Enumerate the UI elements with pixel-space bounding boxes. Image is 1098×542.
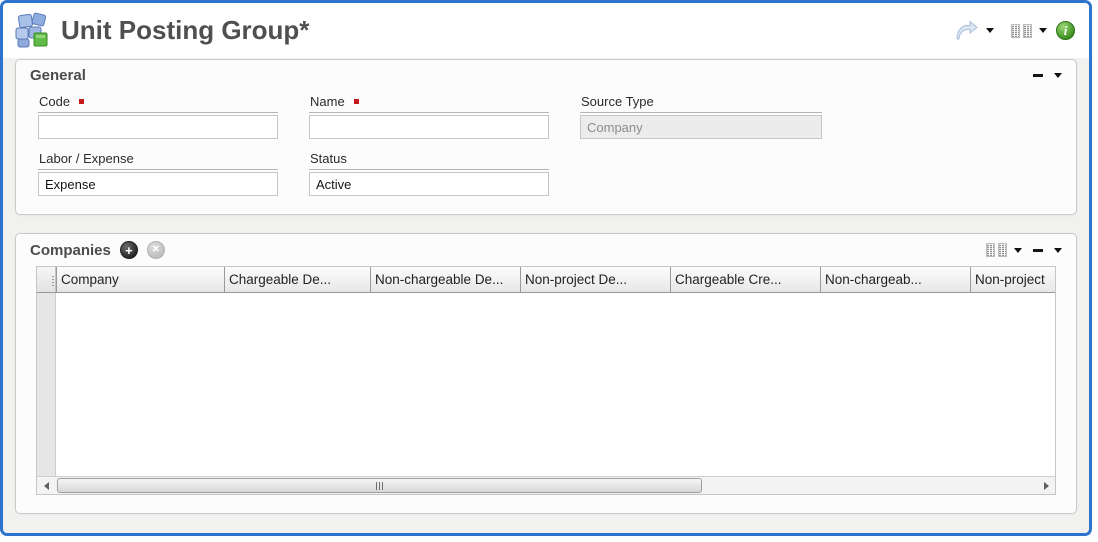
thumb-grip-icon bbox=[376, 482, 377, 490]
column-block-icon bbox=[1023, 24, 1032, 38]
scrollbar-track[interactable] bbox=[57, 478, 1035, 493]
page-window: Unit Posting Group* i General bbox=[0, 0, 1092, 536]
status-label-row: Status bbox=[309, 151, 549, 170]
name-label-row: Name bbox=[309, 94, 549, 113]
name-input[interactable] bbox=[309, 115, 549, 139]
column-header-non-project-credit[interactable]: Non-project bbox=[970, 267, 1055, 292]
column-block-icon bbox=[986, 243, 995, 257]
companies-column-chooser-caret[interactable] bbox=[1014, 248, 1022, 253]
labor-expense-label: Labor / Expense bbox=[39, 151, 134, 166]
companies-table-rows[interactable] bbox=[56, 293, 1055, 476]
add-company-button[interactable]: + bbox=[120, 241, 138, 259]
horizontal-scrollbar[interactable] bbox=[37, 476, 1055, 494]
companies-panel: Companies + ✕ Company Chargeab bbox=[15, 233, 1077, 514]
info-icon[interactable]: i bbox=[1056, 21, 1075, 40]
posting-group-app-icon bbox=[12, 11, 52, 51]
companies-table-body bbox=[37, 293, 1055, 476]
companies-menu-caret[interactable] bbox=[1054, 248, 1062, 253]
required-marker-icon bbox=[354, 99, 359, 104]
titlebar: Unit Posting Group* i bbox=[3, 3, 1089, 58]
scrollbar-thumb[interactable] bbox=[57, 478, 702, 493]
column-header-non-chargeable-debit[interactable]: Non-chargeable De... bbox=[370, 267, 520, 292]
name-field-group: Name bbox=[309, 94, 549, 139]
row-selector-column bbox=[37, 293, 56, 476]
thumb-grip-icon bbox=[382, 482, 383, 490]
labor-expense-field-group: Labor / Expense bbox=[38, 151, 278, 196]
collapse-general-icon[interactable] bbox=[1033, 74, 1043, 77]
actions-dropdown-caret[interactable] bbox=[986, 28, 994, 33]
general-panel-title: General bbox=[30, 67, 86, 84]
column-header-non-project-debit[interactable]: Non-project De... bbox=[520, 267, 670, 292]
code-label: Code bbox=[39, 94, 70, 109]
actions-arrow-icon[interactable] bbox=[953, 19, 979, 43]
column-header-chargeable-credit[interactable]: Chargeable Cre... bbox=[670, 267, 820, 292]
companies-table: Company Chargeable De... Non-chargeable … bbox=[36, 266, 1056, 495]
column-chooser-icon[interactable] bbox=[1011, 24, 1032, 38]
arrow-right-icon bbox=[1044, 482, 1049, 490]
source-type-field-group: Source Type bbox=[580, 94, 822, 139]
status-field-group: Status bbox=[309, 151, 549, 196]
column-header-company[interactable]: Company bbox=[56, 267, 224, 292]
companies-table-header: Company Chargeable De... Non-chargeable … bbox=[37, 267, 1055, 293]
column-header-chargeable-debit[interactable]: Chargeable De... bbox=[224, 267, 370, 292]
thumb-grip-icon bbox=[379, 482, 380, 490]
source-type-label-row: Source Type bbox=[580, 94, 822, 113]
code-input[interactable] bbox=[38, 115, 278, 139]
column-block-icon bbox=[998, 243, 1007, 257]
page-content: General Code Name bbox=[3, 58, 1089, 514]
required-marker-icon bbox=[79, 99, 84, 104]
code-field-group: Code bbox=[38, 94, 278, 139]
code-label-row: Code bbox=[38, 94, 278, 113]
column-header-non-chargeable-credit[interactable]: Non-chargeab... bbox=[820, 267, 970, 292]
status-input[interactable] bbox=[309, 172, 549, 196]
collapse-companies-icon[interactable] bbox=[1033, 249, 1043, 252]
delete-company-button: ✕ bbox=[147, 241, 165, 259]
column-chooser-caret[interactable] bbox=[1039, 28, 1047, 33]
general-panel: General Code Name bbox=[15, 59, 1077, 215]
row-selector-corner bbox=[37, 267, 56, 292]
column-block-icon bbox=[1011, 24, 1020, 38]
labor-expense-label-row: Labor / Expense bbox=[38, 151, 278, 170]
scroll-right-button[interactable] bbox=[1037, 477, 1055, 494]
scroll-left-button[interactable] bbox=[37, 477, 55, 494]
status-label: Status bbox=[310, 151, 347, 166]
name-label: Name bbox=[310, 94, 345, 109]
arrow-left-icon bbox=[44, 482, 49, 490]
source-type-label: Source Type bbox=[581, 94, 654, 109]
general-menu-caret[interactable] bbox=[1054, 73, 1062, 78]
companies-column-chooser-icon[interactable] bbox=[986, 243, 1007, 257]
page-title: Unit Posting Group* bbox=[61, 15, 953, 46]
labor-expense-input[interactable] bbox=[38, 172, 278, 196]
source-type-input bbox=[580, 115, 822, 139]
companies-panel-title: Companies bbox=[30, 242, 111, 259]
